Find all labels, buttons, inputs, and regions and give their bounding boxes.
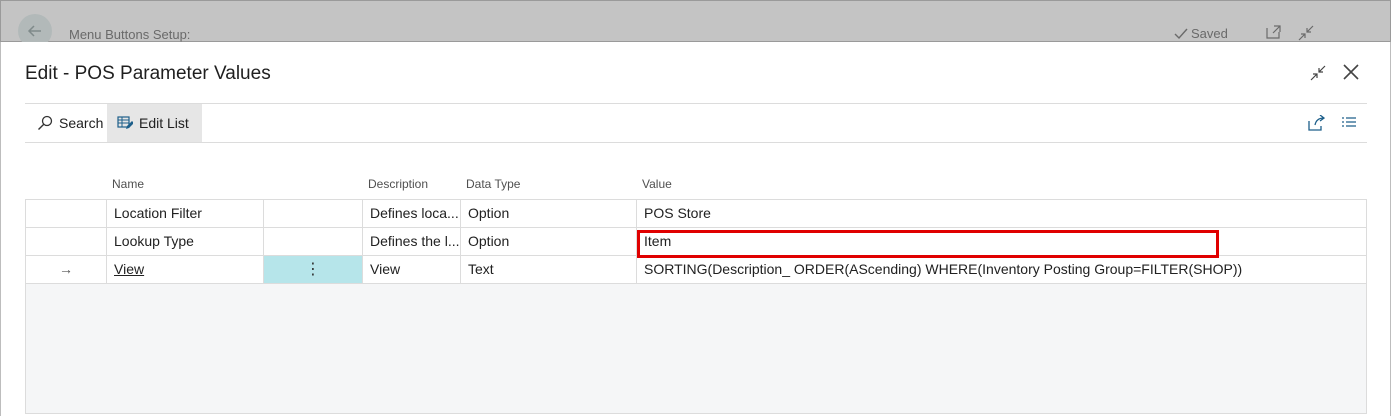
saved-label: Saved	[1191, 26, 1228, 41]
description-cell[interactable]: View	[363, 256, 461, 283]
edit-list-label: Edit List	[139, 115, 189, 131]
checkmark-icon	[1174, 28, 1188, 39]
arrow-left-icon	[27, 25, 41, 37]
name-cell[interactable]: Lookup Type	[107, 228, 264, 255]
row-indicator[interactable]	[26, 200, 107, 227]
value-cell[interactable]: Item	[637, 228, 1366, 255]
edit-list-button[interactable]: Edit List	[107, 104, 202, 142]
dialog-title: Edit - POS Parameter Values	[25, 63, 271, 84]
column-header-description[interactable]: Description	[368, 177, 428, 191]
row-arrow-icon[interactable]: →	[26, 256, 107, 283]
grid-body: Location Filter Defines loca... Option P…	[25, 199, 1367, 414]
row-indicator[interactable]	[26, 228, 107, 255]
value-cell[interactable]: POS Store	[637, 200, 1366, 227]
row-menu-cell[interactable]	[264, 200, 363, 227]
column-header-name[interactable]: Name	[112, 177, 144, 191]
data-type-cell[interactable]: Option	[461, 228, 637, 255]
share-icon[interactable]	[1307, 114, 1326, 136]
edit-dialog: Edit - POS Parameter Values Search Edit …	[1, 42, 1390, 416]
search-button[interactable]: Search	[27, 104, 113, 142]
table-row[interactable]: Lookup Type Defines the l... Option Item	[26, 228, 1366, 256]
row-actions-menu-icon[interactable]: ⋮	[264, 256, 363, 283]
column-header-data-type[interactable]: Data Type	[466, 177, 520, 191]
description-cell[interactable]: Defines the l...	[363, 228, 461, 255]
close-icon[interactable]	[1342, 63, 1360, 86]
table-row-selected[interactable]: → View ⋮ View Text SORTING(Description_ …	[26, 256, 1366, 284]
collapse-dialog-icon[interactable]	[1310, 65, 1326, 86]
search-label: Search	[59, 115, 104, 131]
column-header-value[interactable]: Value	[642, 177, 672, 191]
list-view-icon[interactable]	[1341, 115, 1357, 136]
background-page-title: Menu Buttons Setup:	[69, 27, 191, 42]
table-row[interactable]: Location Filter Defines loca... Option P…	[26, 200, 1366, 228]
action-toolbar: Search Edit List	[25, 103, 1367, 143]
name-cell-link[interactable]: View	[107, 256, 264, 283]
description-cell[interactable]: Defines loca...	[363, 200, 461, 227]
data-type-cell[interactable]: Option	[461, 200, 637, 227]
row-menu-cell[interactable]	[264, 228, 363, 255]
edit-list-icon	[117, 116, 133, 129]
search-icon	[38, 115, 53, 130]
data-type-cell[interactable]: Text	[461, 256, 637, 283]
name-cell[interactable]: Location Filter	[107, 200, 264, 227]
saved-status: Saved	[1174, 26, 1228, 41]
value-cell[interactable]: SORTING(Description_ ORDER(AScending) WH…	[637, 256, 1366, 283]
